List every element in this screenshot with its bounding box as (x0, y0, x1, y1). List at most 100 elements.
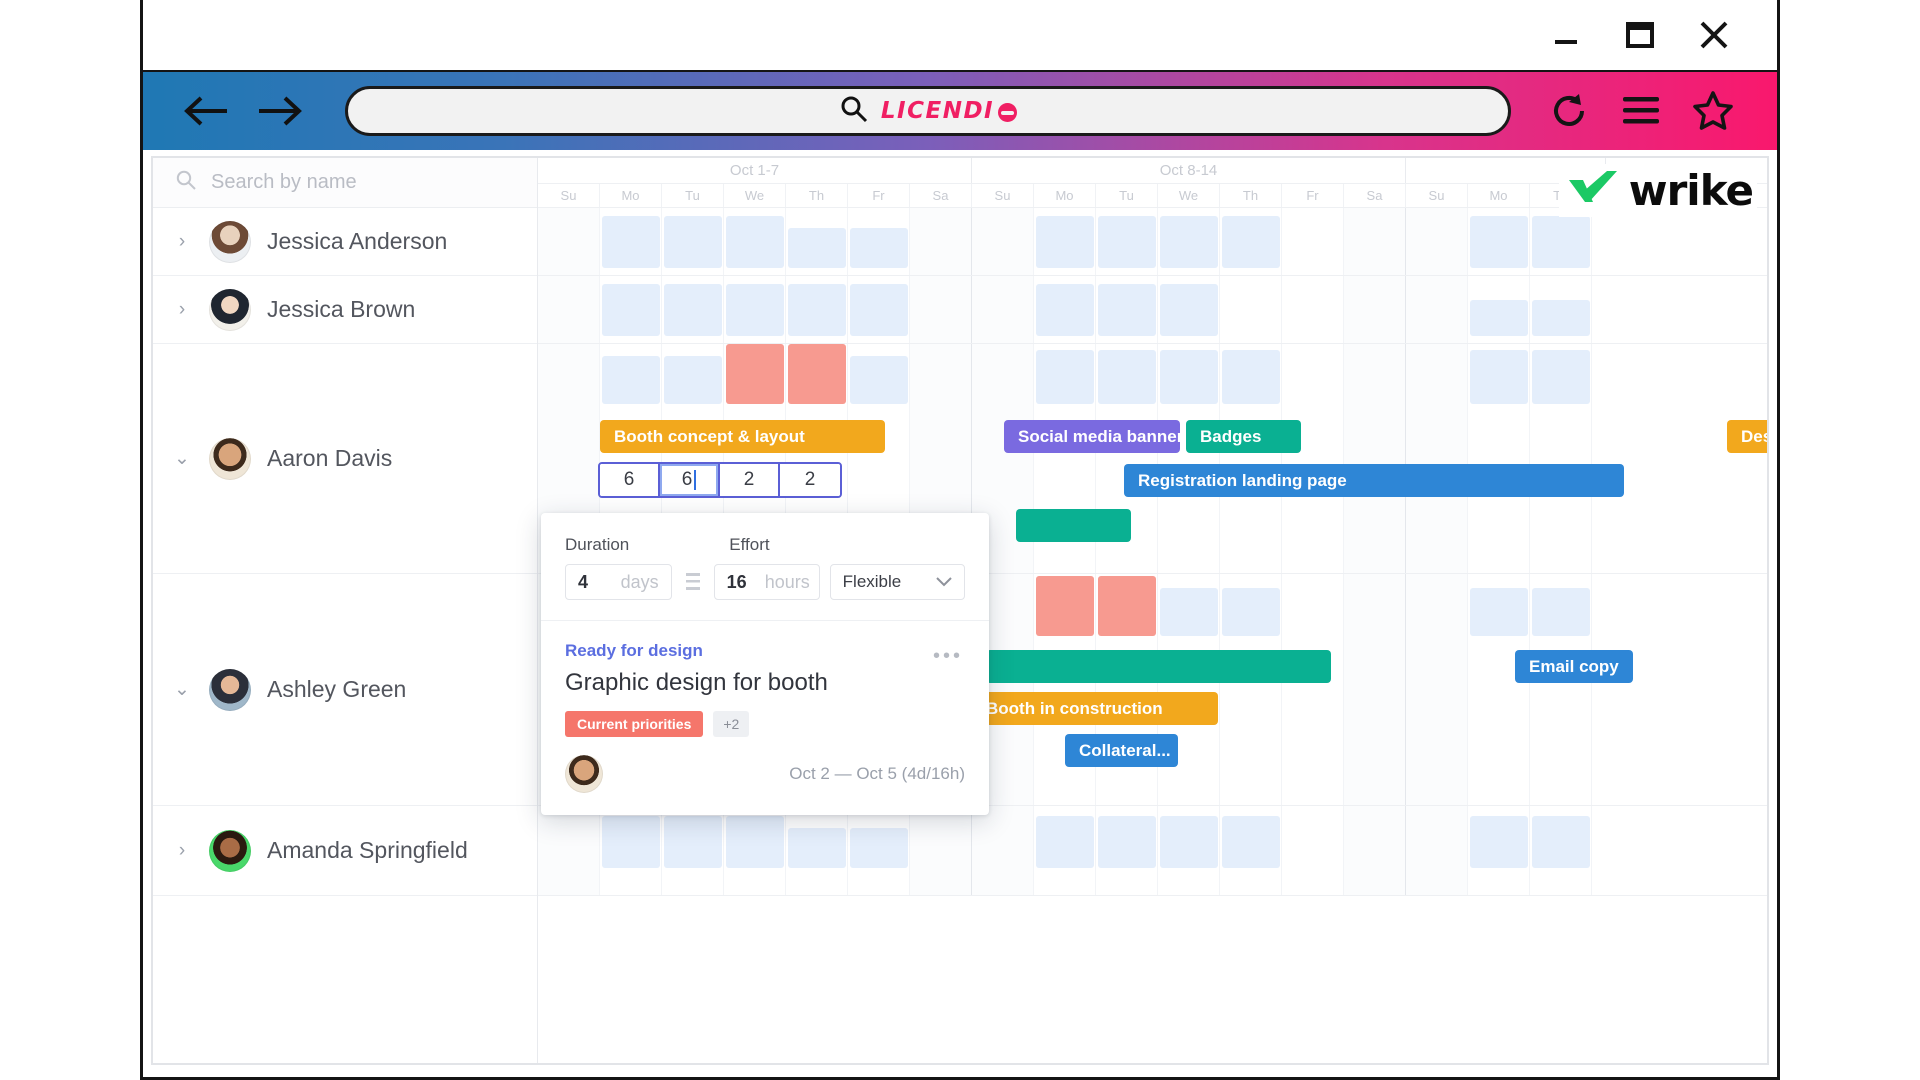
workload-row-amanda-springfield[interactable] (538, 806, 1767, 896)
workload-cell[interactable] (1470, 216, 1528, 268)
workload-cell[interactable] (1532, 300, 1590, 336)
workload-cell[interactable] (602, 216, 660, 268)
workload-cell[interactable] (1470, 300, 1528, 336)
effort-input[interactable]: 16 hours (713, 564, 820, 600)
search-input-placeholder[interactable]: Search by name (211, 171, 357, 194)
workload-cell[interactable] (726, 816, 784, 868)
workload-cell[interactable] (1098, 350, 1156, 404)
workload-cell-overload[interactable] (1098, 576, 1156, 636)
workload-cell[interactable] (1036, 216, 1094, 268)
task-bar-teal-unlabeled[interactable] (1016, 509, 1131, 542)
duration-cell-1[interactable]: 6 (660, 464, 720, 496)
workload-cell[interactable] (1036, 350, 1094, 404)
duration-cell-0[interactable]: 6 (600, 464, 660, 496)
back-button[interactable] (171, 81, 243, 141)
duration-cell-2[interactable]: 2 (720, 464, 780, 496)
expand-chevron-icon[interactable]: › (171, 299, 193, 321)
collapse-chevron-icon[interactable]: ⌄ (171, 678, 193, 701)
workload-cell[interactable] (1098, 284, 1156, 336)
menu-button[interactable] (1605, 81, 1677, 141)
close-button[interactable] (1677, 7, 1751, 63)
task-status[interactable]: Ready for design (565, 641, 965, 661)
task-tag-overflow-count[interactable]: +2 (713, 711, 750, 737)
bookmark-button[interactable] (1677, 81, 1749, 141)
workload-cell[interactable] (1532, 350, 1590, 404)
workload-cell[interactable] (1222, 216, 1280, 268)
workload-cell[interactable] (602, 284, 660, 336)
task-tag-current-priorities[interactable]: Current priorities (565, 711, 704, 737)
workload-row-jessica-anderson[interactable] (538, 208, 1767, 276)
workload-cell[interactable] (1532, 216, 1590, 268)
workload-cell-overload[interactable] (1036, 576, 1094, 636)
duration-input[interactable]: 4 days (565, 564, 672, 600)
workload-cell[interactable] (1222, 350, 1280, 404)
minimize-button[interactable] (1529, 7, 1603, 63)
task-bar-badges[interactable]: Badges (1186, 420, 1301, 453)
workload-cell[interactable] (602, 356, 660, 404)
person-row-ashley-green[interactable]: ⌄ Ashley Green (153, 574, 537, 806)
workload-cell-overload[interactable] (726, 344, 784, 404)
address-bar[interactable]: LICENDI (345, 86, 1511, 136)
workload-cell[interactable] (1470, 588, 1528, 636)
workload-cell[interactable] (664, 816, 722, 868)
forward-button[interactable] (243, 81, 315, 141)
schedule-mode-select[interactable]: Flexible (829, 564, 965, 600)
workload-cell[interactable] (1470, 816, 1528, 868)
task-bar-booth-concept-layout[interactable]: Booth concept & layout (600, 420, 885, 453)
collapse-chevron-icon[interactable]: ⌄ (171, 447, 193, 470)
workload-cell[interactable] (1222, 816, 1280, 868)
workload-cell[interactable] (1160, 350, 1218, 404)
workload-cell[interactable] (850, 284, 908, 336)
workload-cell[interactable] (1532, 816, 1590, 868)
maximize-button[interactable] (1603, 7, 1677, 63)
task-bar-booth-in-construction[interactable]: Booth in construction (958, 692, 1218, 725)
workload-cell[interactable] (1036, 284, 1094, 336)
task-bar-label: Registration landing page (1138, 470, 1347, 490)
workload-cell[interactable] (788, 228, 846, 268)
workload-cell[interactable] (850, 828, 908, 868)
workload-cell[interactable] (726, 216, 784, 268)
workload-cell[interactable] (1160, 588, 1218, 636)
search-by-name-row[interactable]: Search by name (153, 158, 537, 208)
duration-cell-3[interactable]: 2 (780, 464, 840, 496)
person-row-amanda-springfield[interactable]: › Amanda Springfield (153, 806, 537, 896)
expand-chevron-icon[interactable]: › (171, 840, 193, 862)
expand-chevron-icon[interactable]: › (171, 231, 193, 253)
task-detail-popup[interactable]: Duration Effort 4 days 16 hours Flexible… (541, 513, 989, 815)
task-bar-social-media-banners[interactable]: Social media banners (1004, 420, 1180, 453)
duration-cell-editor[interactable]: 6 6 2 2 (598, 462, 842, 498)
workload-cell[interactable] (1222, 588, 1280, 636)
task-bar-teal-ashley[interactable] (986, 650, 1331, 683)
person-row-jessica-anderson[interactable]: › Jessica Anderson (153, 208, 537, 276)
workload-row-jessica-brown[interactable] (538, 276, 1767, 344)
schedule-fields-row: 4 days 16 hours Flexible (565, 564, 965, 600)
task-bar-collateral[interactable]: Collateral... (1065, 734, 1178, 767)
workload-cell[interactable] (1160, 216, 1218, 268)
person-row-jessica-brown[interactable]: › Jessica Brown (153, 276, 537, 344)
workload-cell[interactable] (1098, 816, 1156, 868)
workload-cell[interactable] (1160, 284, 1218, 336)
workload-cell[interactable] (1470, 350, 1528, 404)
workload-cell[interactable] (788, 284, 846, 336)
workload-cell[interactable] (726, 284, 784, 336)
task-bar-email-copy[interactable]: Email copy (1515, 650, 1633, 683)
person-row-aaron-davis[interactable]: ⌄ Aaron Davis (153, 344, 537, 574)
link-duration-effort-icon[interactable] (682, 570, 704, 594)
more-options-icon[interactable]: ••• (933, 645, 963, 668)
workload-cell[interactable] (850, 356, 908, 404)
task-bar-registration-landing-page[interactable]: Registration landing page (1124, 464, 1624, 497)
workload-cell[interactable] (1160, 816, 1218, 868)
workload-cell[interactable] (788, 828, 846, 868)
workload-cell[interactable] (1036, 816, 1094, 868)
workload-cell[interactable] (664, 284, 722, 336)
workload-cell[interactable] (602, 816, 660, 868)
workload-cell[interactable] (1098, 216, 1156, 268)
workload-cell-overload[interactable] (788, 344, 846, 404)
workload-cell[interactable] (664, 356, 722, 404)
avatar[interactable] (565, 755, 603, 793)
reload-button[interactable] (1533, 81, 1605, 141)
workload-cell[interactable] (1532, 588, 1590, 636)
task-bar-design[interactable]: Design (1727, 420, 1767, 453)
workload-cell[interactable] (850, 228, 908, 268)
workload-cell[interactable] (664, 216, 722, 268)
